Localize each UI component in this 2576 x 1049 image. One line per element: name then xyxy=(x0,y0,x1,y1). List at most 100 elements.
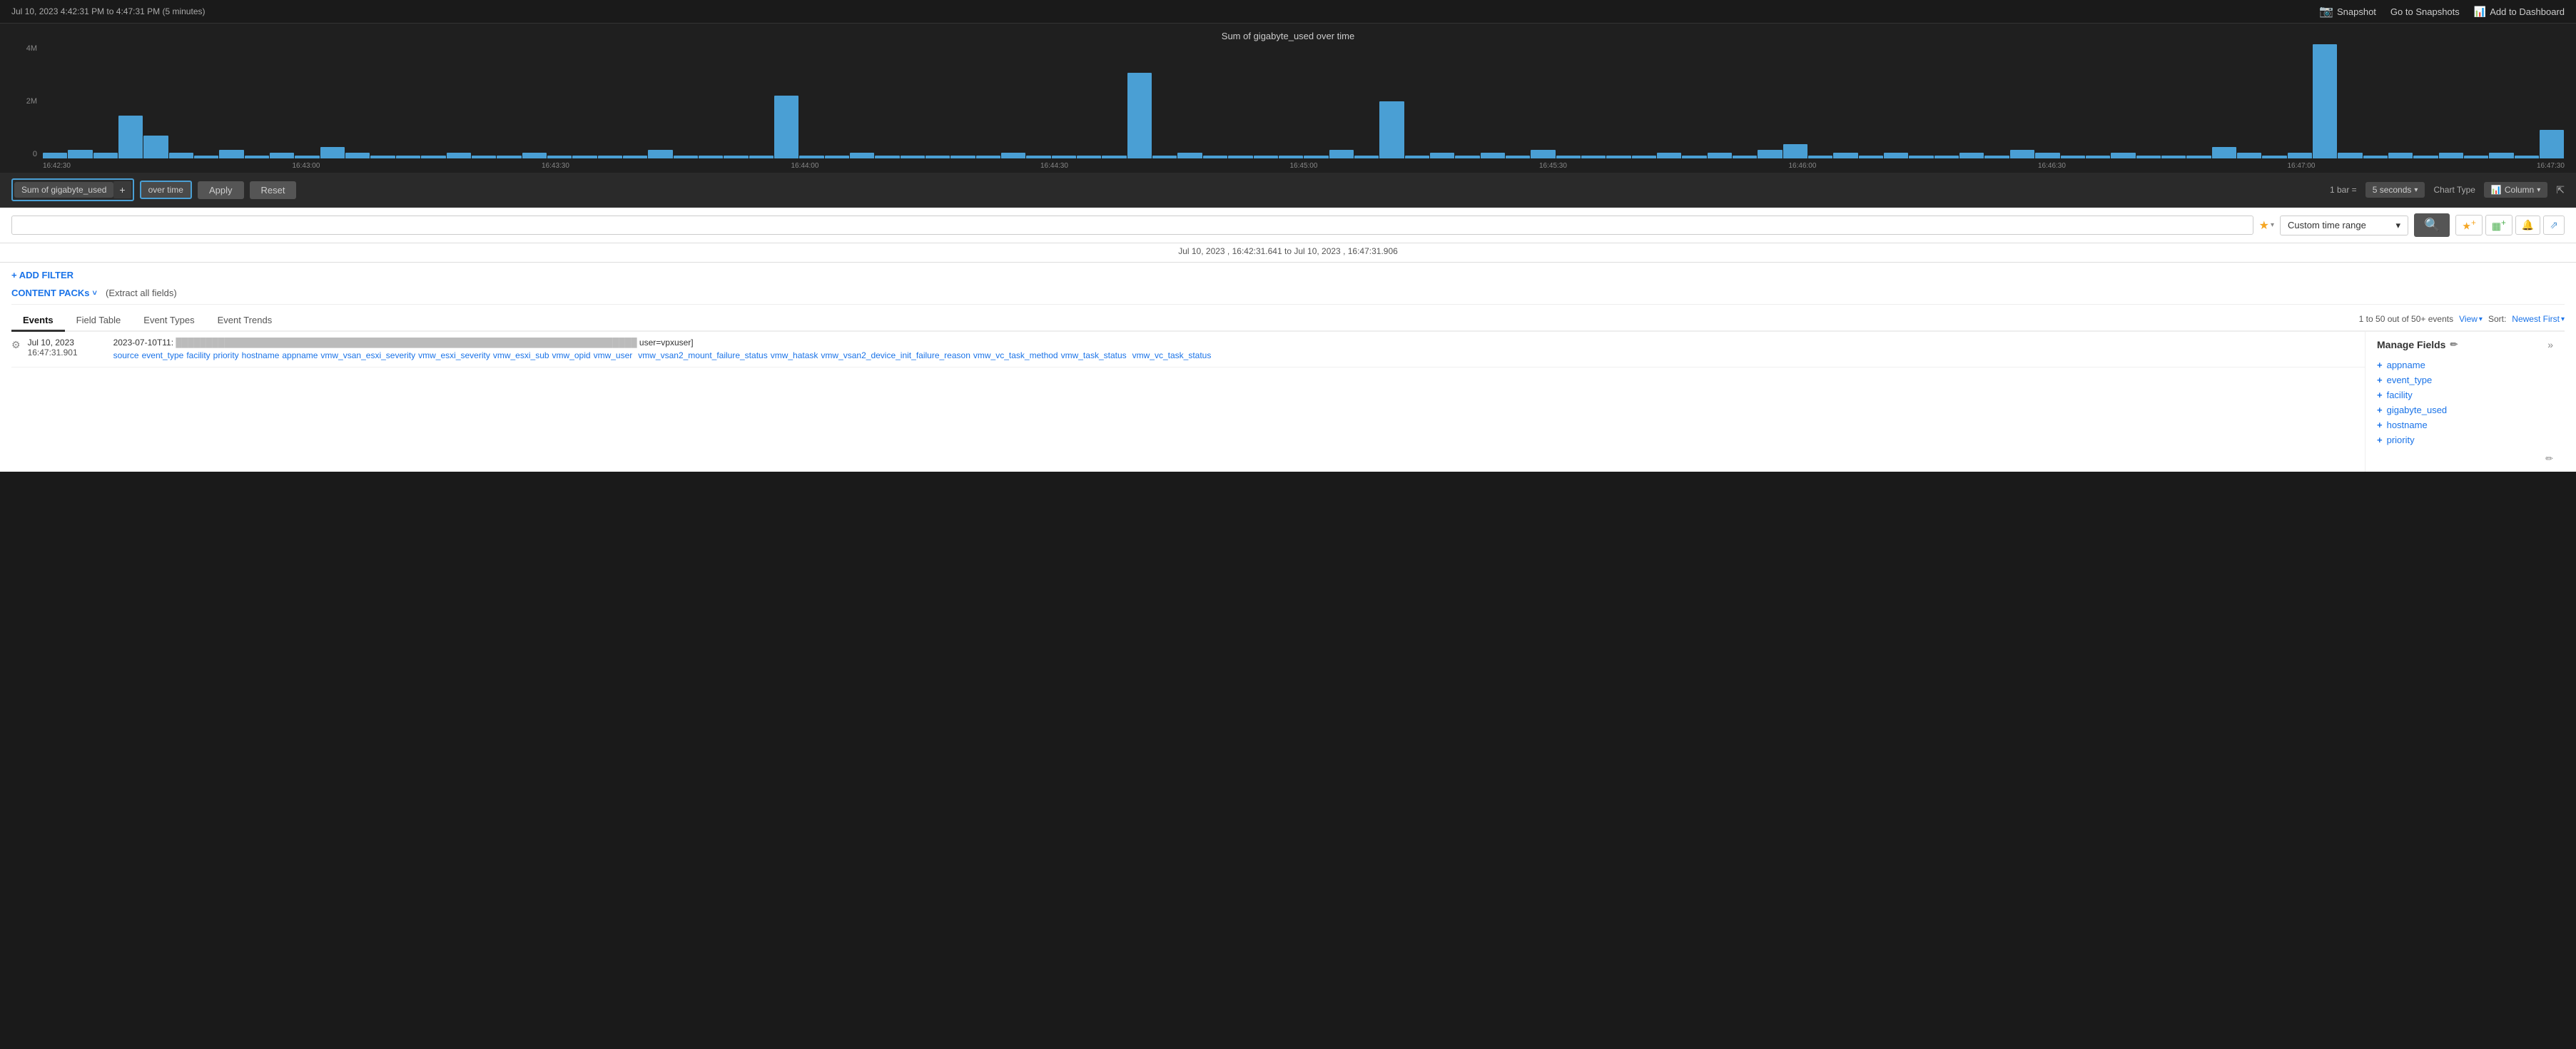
extract-all-fields-button[interactable]: (Extract all fields) xyxy=(106,288,177,298)
chart-bar[interactable] xyxy=(2388,153,2413,158)
chart-bar[interactable] xyxy=(93,153,118,158)
field-item-facility[interactable]: + facility xyxy=(2377,387,2553,402)
go-to-snapshots-button[interactable]: Go to Snapshots xyxy=(2390,6,2460,17)
chart-bar[interactable] xyxy=(1833,153,1857,158)
reset-button[interactable]: Reset xyxy=(250,181,297,199)
event-field-vmw-esxi-sub[interactable]: vmw_esxi_sub xyxy=(493,350,549,361)
event-field-vmw-vc-task-method[interactable]: vmw_vc_task_method xyxy=(973,350,1058,361)
sort-dropdown[interactable]: Newest First xyxy=(2512,314,2565,324)
chart-bar[interactable] xyxy=(169,153,193,158)
share-button[interactable]: ⇗ xyxy=(2543,216,2565,235)
chart-bar[interactable] xyxy=(2212,147,2236,158)
chart-bar[interactable] xyxy=(1001,153,1025,158)
chart-bar[interactable] xyxy=(1657,153,1681,158)
view-dropdown[interactable]: View xyxy=(2459,314,2483,324)
event-field-vmw-esxi-severity[interactable]: vmw_esxi_severity xyxy=(418,350,490,361)
add-to-dashboard-action-button[interactable]: ▦+ xyxy=(2485,215,2512,236)
tab-events[interactable]: Events xyxy=(11,310,65,332)
manage-fields-edit-icon[interactable]: ✏ xyxy=(2450,339,2458,350)
event-field-facility[interactable]: facility xyxy=(186,350,210,361)
tab-event-trends[interactable]: Event Trends xyxy=(206,310,284,332)
chart-bar[interactable] xyxy=(2439,153,2463,158)
chart-bar[interactable] xyxy=(447,153,471,158)
event-gear-icon[interactable]: ⚙ xyxy=(11,338,21,351)
manage-fields-collapse-button[interactable]: » xyxy=(2547,339,2553,350)
chart-bar[interactable] xyxy=(1177,153,1202,158)
chart-bar[interactable] xyxy=(320,147,345,158)
event-field-vmw-task-status[interactable]: vmw_task_status xyxy=(1061,350,1127,361)
event-text: 2023-07-10T11: █████████████████████████… xyxy=(113,338,2365,348)
chart-bar[interactable] xyxy=(68,150,92,158)
search-input[interactable] xyxy=(19,220,2246,230)
event-field-appname[interactable]: appname xyxy=(282,350,318,361)
chart-bar[interactable] xyxy=(2237,153,2261,158)
field-item-appname[interactable]: + appname xyxy=(2377,358,2553,373)
content-packs-button[interactable]: CONTENT PACKs xyxy=(11,288,97,298)
chart-bar[interactable] xyxy=(2338,153,2362,158)
event-field-vmw-vsan2-device[interactable]: vmw_vsan2_device_init_failure_reason xyxy=(821,350,970,361)
chart-bar[interactable] xyxy=(850,153,874,158)
event-field-vmw-user[interactable]: vmw_user xyxy=(594,350,633,361)
event-field-hostname[interactable]: hostname xyxy=(242,350,280,361)
chart-bar[interactable] xyxy=(2010,150,2034,158)
seconds-dropdown[interactable]: 5 seconds xyxy=(2365,182,2425,198)
chart-bar[interactable] xyxy=(2111,153,2135,158)
event-field-vmw-vsan2-mount[interactable]: vmw_vsan2_mount_failure_status xyxy=(638,350,767,361)
chart-bar[interactable] xyxy=(1783,144,1807,158)
chart-bar[interactable] xyxy=(118,116,143,158)
field-item-hostname[interactable]: + hostname xyxy=(2377,417,2553,432)
chart-bar[interactable] xyxy=(1884,153,1908,158)
chart-bar[interactable] xyxy=(522,153,547,158)
chart-bar[interactable] xyxy=(219,150,243,158)
chart-bar[interactable] xyxy=(1329,150,1354,158)
chart-bar[interactable] xyxy=(43,153,67,158)
event-field-vmw-opid[interactable]: vmw_opid xyxy=(552,350,591,361)
save-search-button[interactable]: ★+ xyxy=(2455,215,2482,236)
chart-bar[interactable] xyxy=(2288,153,2312,158)
chart-bar[interactable] xyxy=(1959,153,1984,158)
star-favorites-button[interactable]: ★ xyxy=(2259,218,2274,233)
chart-bar[interactable] xyxy=(143,136,168,158)
snapshot-button[interactable]: 📷 Snapshot xyxy=(2319,4,2376,19)
snapshot-label: Snapshot xyxy=(2337,6,2376,17)
metric-dropdown[interactable]: Sum of gigabyte_used xyxy=(14,182,113,198)
field-item-event-type[interactable]: + event_type xyxy=(2377,373,2553,387)
field-item-priority[interactable]: + priority xyxy=(2377,432,2553,447)
tab-event-types[interactable]: Event Types xyxy=(132,310,206,332)
event-field-event-type[interactable]: event_type xyxy=(142,350,184,361)
chart-bar[interactable] xyxy=(648,150,672,158)
event-field-source[interactable]: source xyxy=(113,350,139,361)
chart-bar[interactable] xyxy=(2313,44,2337,158)
chart-bar[interactable] xyxy=(1708,153,1732,158)
chart-bar[interactable] xyxy=(1481,153,1505,158)
column-dropdown[interactable]: 📊 Column xyxy=(2484,182,2547,198)
event-field-vmw-vsan-esxi-severity[interactable]: vmw_vsan_esxi_severity xyxy=(320,350,415,361)
expand-icon[interactable]: ⇱ xyxy=(2556,184,2565,196)
chart-bar[interactable] xyxy=(1430,153,1454,158)
chart-bar[interactable] xyxy=(2540,130,2564,158)
add-metric-button[interactable]: + xyxy=(113,181,131,198)
alert-button[interactable]: 🔔 xyxy=(2515,216,2540,235)
chart-bar[interactable] xyxy=(2489,153,2513,158)
time-range-dropdown[interactable]: Custom time range ▾ xyxy=(2280,216,2408,235)
chart-bar[interactable] xyxy=(1758,150,1782,158)
apply-button[interactable]: Apply xyxy=(198,181,244,199)
over-time-dropdown[interactable]: over time xyxy=(140,181,192,199)
chart-bar[interactable] xyxy=(1531,150,1555,158)
tab-field-table[interactable]: Field Table xyxy=(65,310,133,332)
event-field-priority[interactable]: priority xyxy=(213,350,239,361)
event-field-vmw-vc-task-status[interactable]: vmw_vc_task_status xyxy=(1132,350,1212,361)
manage-fields-row-edit-icon[interactable]: ✏ xyxy=(2545,453,2553,465)
add-filter-button[interactable]: + ADD FILTER xyxy=(11,263,2565,285)
chart-bar[interactable] xyxy=(774,96,798,158)
search-button[interactable]: 🔍 xyxy=(2414,213,2450,237)
field-plus-icon: + xyxy=(2377,390,2383,400)
chart-bar[interactable] xyxy=(2035,153,2059,158)
event-field-vmw-hatask[interactable]: vmw_hatask xyxy=(771,350,818,361)
chart-bar[interactable] xyxy=(345,153,370,158)
add-to-dashboard-button[interactable]: 📊 Add to Dashboard xyxy=(2474,6,2565,18)
chart-bar[interactable] xyxy=(1127,73,1152,158)
chart-bar[interactable] xyxy=(1379,101,1404,158)
field-item-gigabyte-used[interactable]: + gigabyte_used xyxy=(2377,402,2553,417)
chart-bar[interactable] xyxy=(270,153,294,158)
